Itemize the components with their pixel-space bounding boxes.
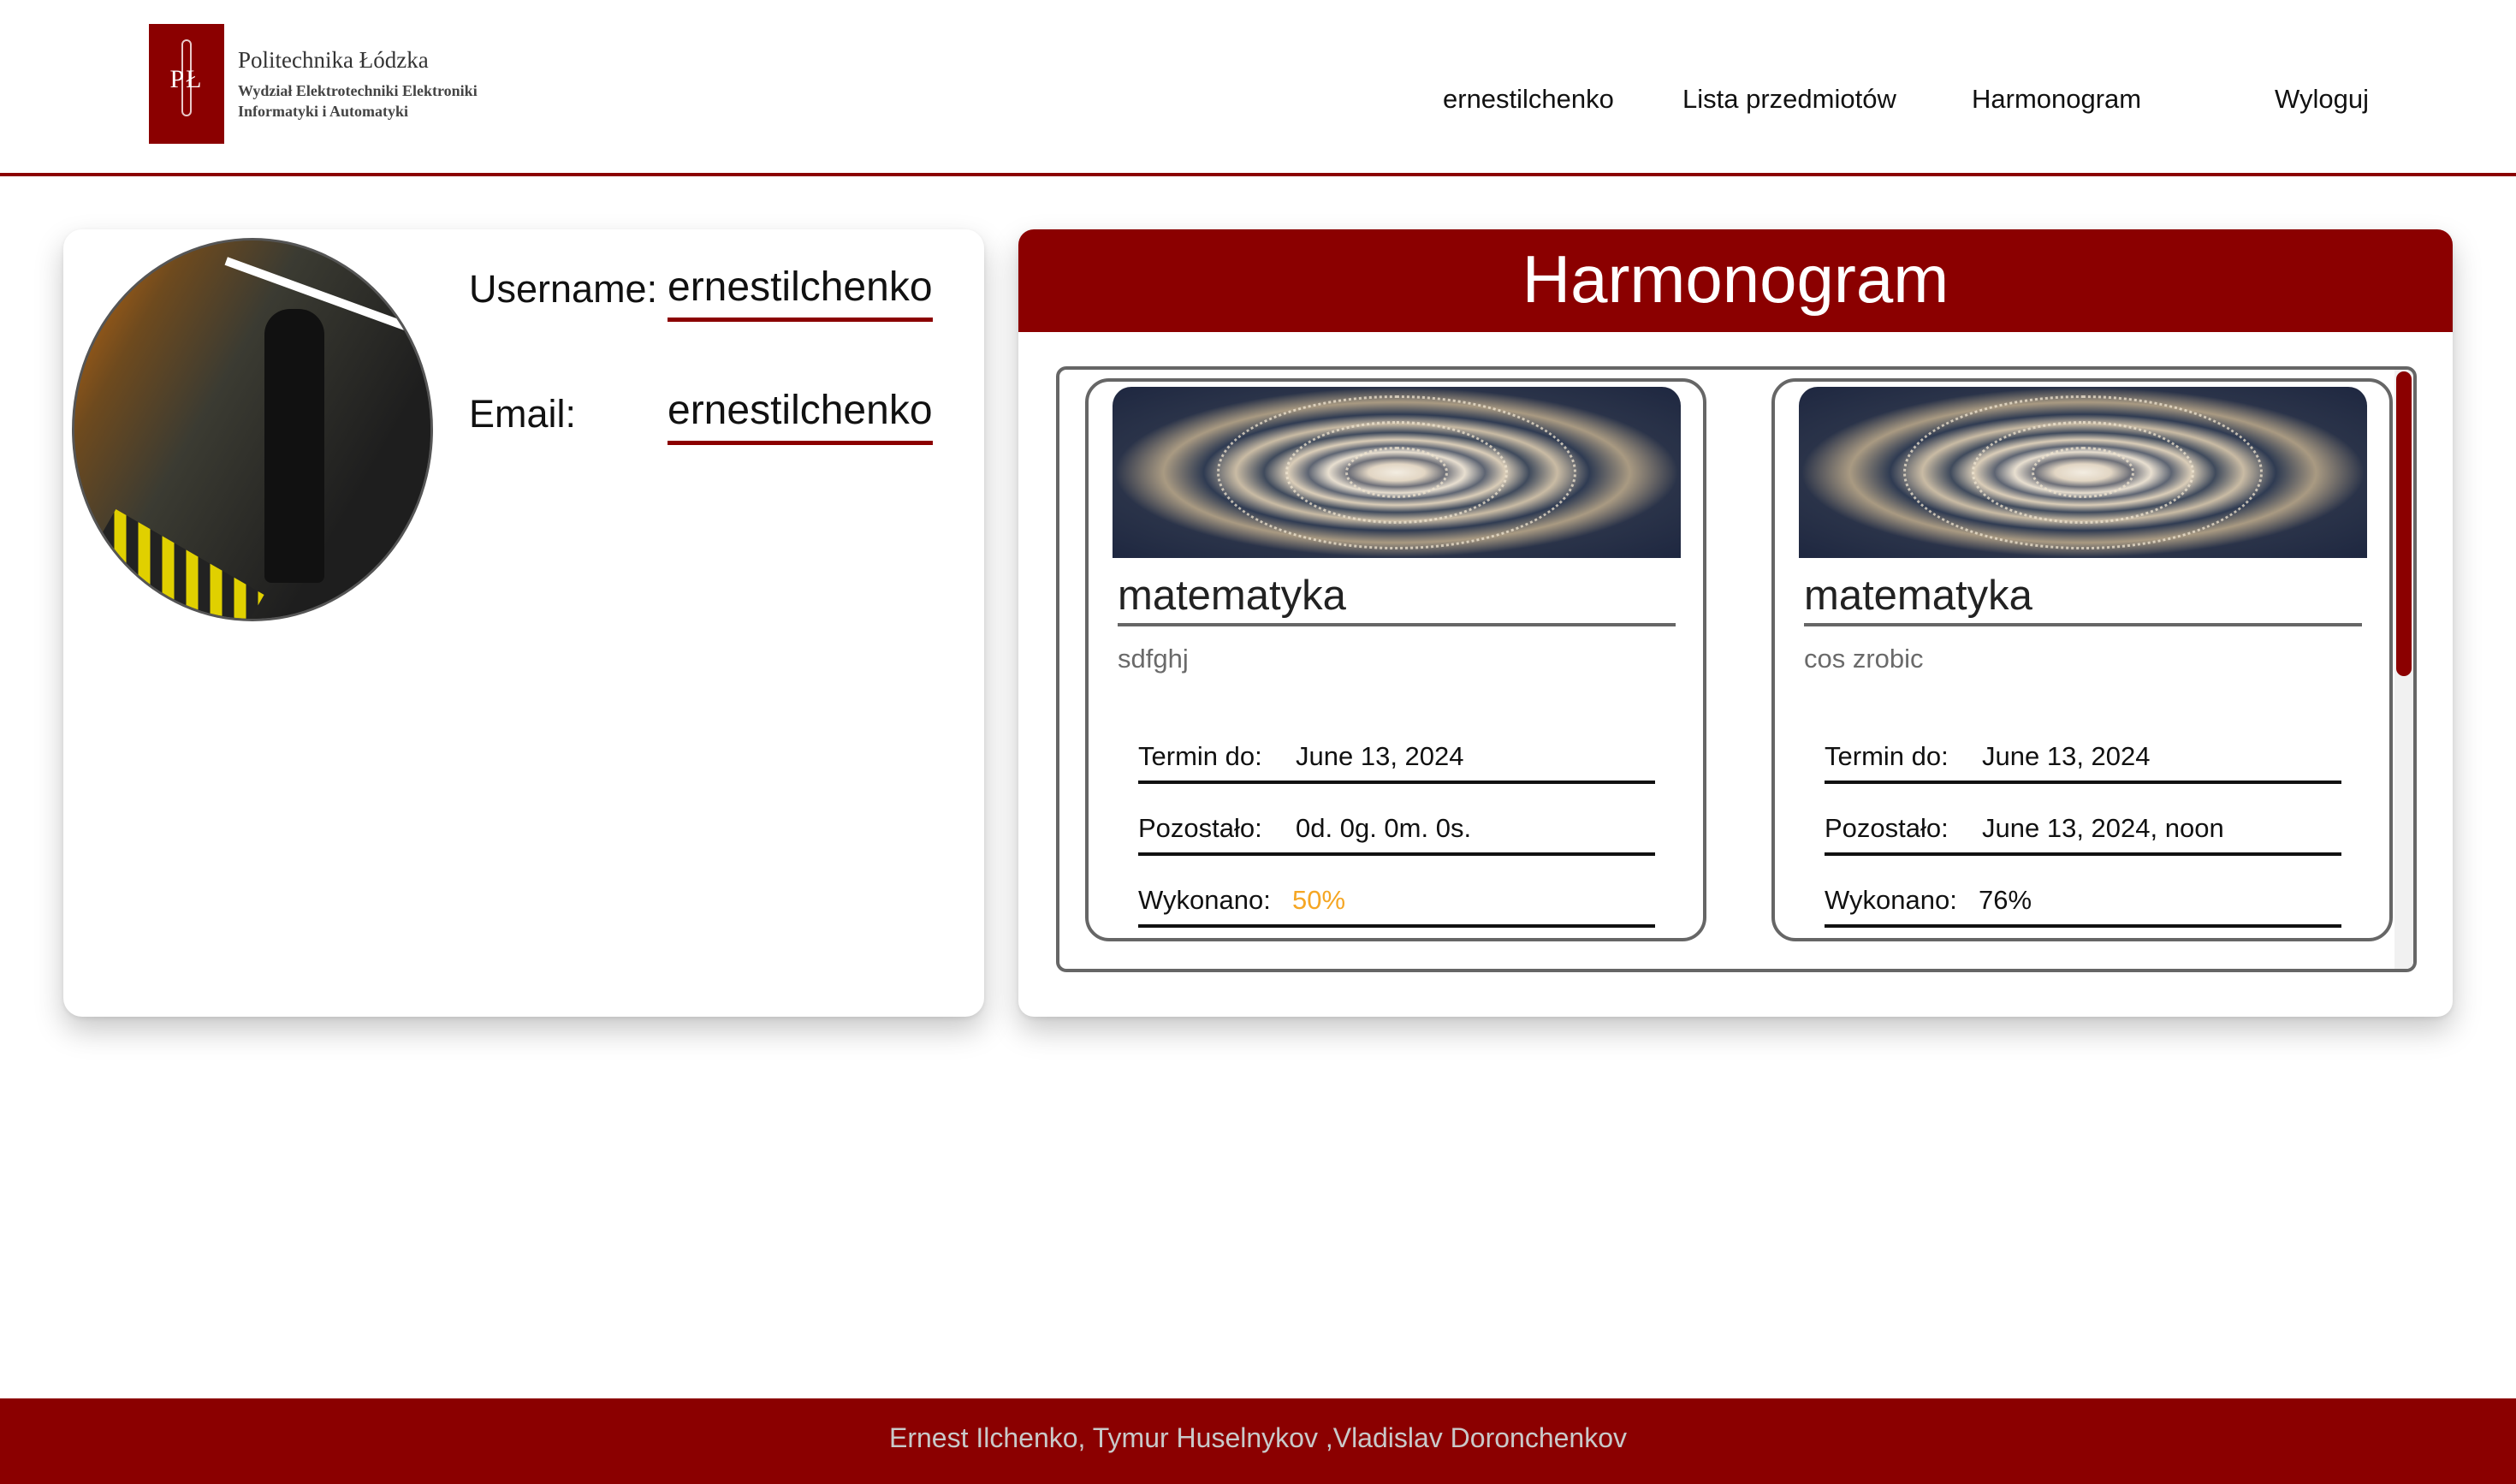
task-card[interactable]: matematyka sdfghj Termin do: June 13, 20… (1085, 378, 1706, 941)
profile-card: Username: ernestilchenko Email: ernestil… (63, 229, 984, 1017)
university-logo[interactable]: PŁ Politechnika Łódzka Wydział Elektrote… (149, 24, 478, 144)
avatar (72, 238, 433, 621)
task-remaining-value: June 13, 2024, noon (1982, 813, 2224, 843)
task-card[interactable]: matematyka cos zrobic Termin do: June 13… (1771, 378, 2393, 941)
task-done-label: Wykonano: (1138, 885, 1271, 915)
nav-logout-link[interactable]: Wyloguj (2275, 84, 2369, 115)
logo-faculty-line-2: Informatyki i Automatyki (238, 102, 409, 120)
task-image (1113, 387, 1681, 558)
task-done-value: 50% (1292, 885, 1346, 915)
logo-emblem-icon: PŁ (149, 24, 224, 144)
schedule-title: Harmonogram (1018, 229, 2453, 332)
task-remaining-label: Pozostało: (1138, 813, 1262, 843)
task-deadline-value: June 13, 2024 (1296, 741, 1464, 771)
site-footer: Ernest Ilchenko, Tymur Huselnykov ,Vladi… (0, 1398, 2516, 1484)
logo-faculty-line-1: Wydział Elektrotechniki Elektroniki (238, 81, 478, 99)
schedule-panel: Harmonogram matematyka sdfghj Termin do:… (1018, 229, 2453, 1017)
task-description: cos zrobic (1804, 644, 1924, 674)
scrollbar[interactable] (2394, 370, 2413, 969)
nav-subjects-link[interactable]: Lista przedmiotów (1682, 84, 1896, 115)
task-remaining-row: Pozostało: 0d. 0g. 0m. 0s. (1138, 813, 1655, 856)
task-remaining-value: 0d. 0g. 0m. 0s. (1296, 813, 1472, 843)
scrollbar-thumb[interactable] (2396, 371, 2412, 676)
task-deadline-row: Termin do: June 13, 2024 (1825, 741, 2341, 784)
site-header: PŁ Politechnika Łódzka Wydział Elektrote… (0, 0, 2516, 176)
task-image (1799, 387, 2367, 558)
task-deadline-label: Termin do: (1138, 741, 1262, 771)
username-label: Username: (469, 267, 658, 311)
footer-authors: Ernest Ilchenko, Tymur Huselnykov ,Vladi… (888, 1422, 1628, 1453)
schedule-list[interactable]: matematyka sdfghj Termin do: June 13, 20… (1056, 366, 2417, 972)
nav-schedule-link[interactable]: Harmonogram (1972, 84, 2141, 115)
task-description: sdfghj (1118, 644, 1189, 674)
task-title: matematyka (1804, 572, 2362, 626)
task-done-row: Wykonano: 76% (1825, 885, 2341, 928)
task-done-value: 76% (1979, 885, 2032, 915)
task-title: matematyka (1118, 572, 1676, 626)
logo-university-name: Politechnika Łódzka (238, 46, 429, 73)
task-deadline-row: Termin do: June 13, 2024 (1138, 741, 1655, 784)
username-value: ernestilchenko (668, 264, 933, 322)
task-remaining-label: Pozostało: (1825, 813, 1949, 843)
email-label: Email: (469, 392, 577, 436)
nav-username-link[interactable]: ernestilchenko (1443, 84, 1614, 115)
task-deadline-label: Termin do: (1825, 741, 1949, 771)
email-value: ernestilchenko (668, 387, 933, 445)
task-remaining-row: Pozostało: June 13, 2024, noon (1825, 813, 2341, 856)
task-done-label: Wykonano: (1825, 885, 1957, 915)
task-deadline-value: June 13, 2024 (1982, 741, 2151, 771)
task-done-row: Wykonano: 50% (1138, 885, 1655, 928)
logo-text: Politechnika Łódzka Wydział Elektrotechn… (238, 47, 478, 122)
